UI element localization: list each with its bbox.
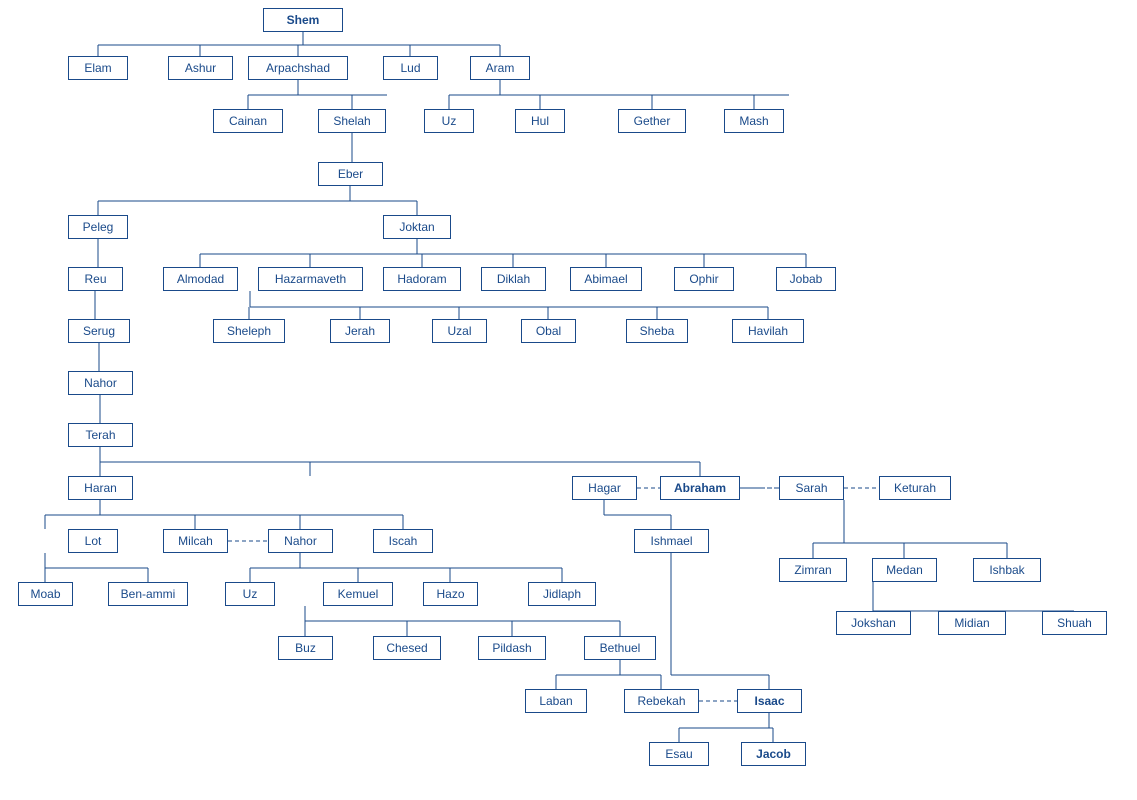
node-serug: Serug [68, 319, 130, 343]
node-ophir: Ophir [674, 267, 734, 291]
node-esau: Esau [649, 742, 709, 766]
node-haran: Haran [68, 476, 133, 500]
node-elam: Elam [68, 56, 128, 80]
node-uzal: Uzal [432, 319, 487, 343]
node-keturah: Keturah [879, 476, 951, 500]
family-tree: Shem Elam Ashur Arpachshad Lud Aram Cainan Shel… [0, 0, 1137, 800]
node-diklah: Diklah [481, 267, 546, 291]
node-rebekah: Rebekah [624, 689, 699, 713]
node-moab: Moab [18, 582, 73, 606]
node-eber: Eber [318, 162, 383, 186]
node-lud: Lud [383, 56, 438, 80]
node-jobab: Jobab [776, 267, 836, 291]
node-pildash: Pildash [478, 636, 546, 660]
node-jokshan: Jokshan [836, 611, 911, 635]
node-almodad: Almodad [163, 267, 238, 291]
node-hul: Hul [515, 109, 565, 133]
node-jidlaph: Jidlaph [528, 582, 596, 606]
node-ishbak: Ishbak [973, 558, 1041, 582]
node-zimran: Zimran [779, 558, 847, 582]
node-reu: Reu [68, 267, 123, 291]
node-shuah: Shuah [1042, 611, 1107, 635]
node-gether: Gether [618, 109, 686, 133]
node-joktan: Joktan [383, 215, 451, 239]
node-lot: Lot [68, 529, 118, 553]
node-peleg: Peleg [68, 215, 128, 239]
node-aram: Aram [470, 56, 530, 80]
node-arpachshad: Arpachshad [248, 56, 348, 80]
node-abimael: Abimael [570, 267, 642, 291]
node-hadoram: Hadoram [383, 267, 461, 291]
node-sarah: Sarah [779, 476, 844, 500]
node-ben-ammi: Ben-ammi [108, 582, 188, 606]
node-obal: Obal [521, 319, 576, 343]
node-nahor: Nahor [68, 371, 133, 395]
node-havilah: Havilah [732, 319, 804, 343]
node-laban: Laban [525, 689, 587, 713]
node-buz: Buz [278, 636, 333, 660]
node-kemuel: Kemuel [323, 582, 393, 606]
node-iscah: Iscah [373, 529, 433, 553]
node-ashur: Ashur [168, 56, 233, 80]
node-nahor2: Nahor [268, 529, 333, 553]
node-mash: Mash [724, 109, 784, 133]
node-terah: Terah [68, 423, 133, 447]
node-jacob: Jacob [741, 742, 806, 766]
node-midian: Midian [938, 611, 1006, 635]
node-abraham: Abraham [660, 476, 740, 500]
node-hazarmaveth: Hazarmaveth [258, 267, 363, 291]
node-bethuel: Bethuel [584, 636, 656, 660]
node-sheleph: Sheleph [213, 319, 285, 343]
node-hagar: Hagar [572, 476, 637, 500]
node-shelah: Shelah [318, 109, 386, 133]
node-jerah: Jerah [330, 319, 390, 343]
node-cainan: Cainan [213, 109, 283, 133]
node-hazo: Hazo [423, 582, 478, 606]
connector-lines [0, 0, 1137, 800]
node-sheba: Sheba [626, 319, 688, 343]
node-shem: Shem [263, 8, 343, 32]
node-uz2: Uz [225, 582, 275, 606]
node-uz: Uz [424, 109, 474, 133]
node-milcah: Milcah [163, 529, 228, 553]
node-ishmael: Ishmael [634, 529, 709, 553]
node-isaac: Isaac [737, 689, 802, 713]
node-chesed: Chesed [373, 636, 441, 660]
node-medan: Medan [872, 558, 937, 582]
